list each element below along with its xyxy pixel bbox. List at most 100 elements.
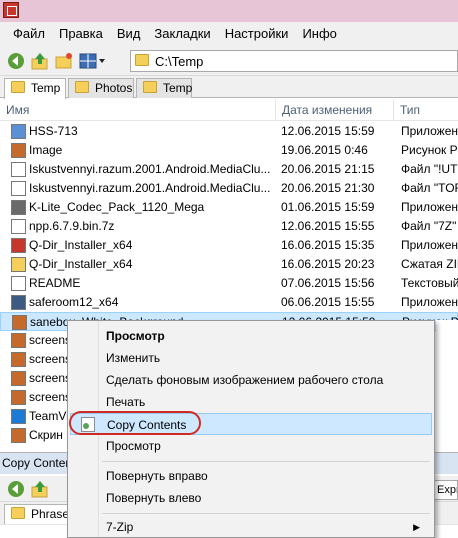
address-text[interactable]: C:\Temp <box>155 54 203 69</box>
qdir-icon <box>11 238 26 253</box>
up-arrow-icon[interactable] <box>30 479 50 499</box>
file-date: 01.06.2015 15:59 <box>281 200 375 214</box>
file-date: 06.06.2015 15:55 <box>281 295 375 309</box>
list-right-edge <box>436 320 458 452</box>
file-name: README <box>29 276 81 290</box>
folder-icon <box>143 81 157 93</box>
file-date: 16.06.2015 20:23 <box>281 257 375 271</box>
file-name: Iskustvennyi.razum.2001.Android.MediaClu… <box>29 162 271 176</box>
app-icon[interactable] <box>3 2 19 18</box>
file-date: 20.06.2015 21:30 <box>281 181 375 195</box>
lower-address-bar[interactable]: Expre <box>434 480 458 500</box>
menu-view[interactable]: Вид <box>110 22 148 46</box>
file-name: K-Lite_Codec_Pack_1120_Mega <box>29 200 205 214</box>
app-icon <box>11 295 26 310</box>
image-icon <box>11 428 26 443</box>
tab-temp-2[interactable]: Temp <box>136 78 192 98</box>
folder-icon <box>135 54 149 66</box>
file-date: 07.06.2015 15:56 <box>281 276 375 290</box>
image-icon <box>11 352 26 367</box>
file-row[interactable]: npp.6.7.9.bin.7z 12.06.2015 15:55 Файл "7Z… <box>0 217 458 236</box>
image-icon <box>11 390 26 405</box>
image-icon <box>12 315 27 330</box>
tab-strip: Temp Photos Temp <box>0 76 458 99</box>
file-date: 19.06.2015 0:46 <box>281 143 368 157</box>
file-type: Файл "!UT <box>401 162 458 176</box>
file-name: HSS-713 <box>29 124 78 138</box>
menu-item-rotate-left[interactable]: Повернуть влево <box>70 487 432 509</box>
menu-item-rotate-right[interactable]: Повернуть вправо <box>70 465 432 487</box>
file-date: 16.06.2015 15:35 <box>281 238 375 252</box>
file-icon <box>11 181 26 196</box>
folder-icon <box>75 81 89 93</box>
menu-settings[interactable]: Настройки <box>218 22 296 46</box>
file-name: npp.6.7.9.bin.7z <box>29 219 115 233</box>
menu-bookmarks[interactable]: Закладки <box>147 22 217 46</box>
codec-icon <box>11 200 26 215</box>
menu-item-label: 7-Zip <box>106 520 134 534</box>
menu-item-set-wallpaper[interactable]: Сделать фоновым изображением рабочего ст… <box>70 369 432 391</box>
image-icon <box>11 371 26 386</box>
file-row[interactable]: Image 19.06.2015 0:46 Рисунок P <box>0 141 458 160</box>
file-row[interactable]: Iskustvennyi.razum.2001.Android.MediaClu… <box>0 160 458 179</box>
file-type: Сжатая ZIP <box>401 257 458 271</box>
file-name: saferoom12_x64 <box>29 295 119 309</box>
tab-photos[interactable]: Photos <box>68 78 134 98</box>
title-bar <box>0 0 458 22</box>
file-type: Приложен <box>401 295 458 309</box>
menu-item-preview-2[interactable]: Просмотр <box>70 435 432 457</box>
tab-label: Photos <box>95 81 133 95</box>
annotation-circle <box>69 411 201 435</box>
up-arrow-icon[interactable] <box>30 51 50 71</box>
view-mode-icon[interactable] <box>78 51 106 71</box>
file-type: Приложен <box>401 200 458 214</box>
file-name: Q-Dir_Installer_x64 <box>29 238 133 252</box>
column-name[interactable]: Имя <box>0 99 276 121</box>
menu-file[interactable]: Файл <box>6 22 52 46</box>
zip-folder-icon <box>11 257 26 272</box>
file-row[interactable]: Q-Dir_Installer_x64 16.06.2015 15:35 Прило… <box>0 236 458 255</box>
new-folder-icon[interactable] <box>54 51 74 71</box>
file-type: Файл "TOF <box>401 181 458 195</box>
back-arrow-icon[interactable] <box>6 479 26 499</box>
address-bar[interactable]: C:\Temp <box>130 50 458 72</box>
file-date: 12.06.2015 15:55 <box>281 219 375 233</box>
file-type: Текстовый <box>401 276 458 290</box>
file-row[interactable]: K-Lite_Codec_Pack_1120_Mega 01.06.2015 15… <box>0 198 458 217</box>
image-icon <box>11 333 26 348</box>
file-row[interactable]: saferoom12_x64 06.06.2015 15:55 Приложен <box>0 293 458 312</box>
menu-separator <box>102 513 430 514</box>
file-type: Приложен <box>401 238 458 252</box>
menu-separator <box>102 461 430 462</box>
tab-temp[interactable]: Temp <box>4 78 66 99</box>
file-icon <box>11 162 26 177</box>
file-type: Приложен <box>401 124 458 138</box>
file-type: Рисунок P <box>401 143 458 157</box>
column-type[interactable]: Тип <box>394 99 458 121</box>
menu-item-edit[interactable]: Изменить <box>70 347 432 369</box>
file-date: 20.06.2015 21:15 <box>281 162 375 176</box>
file-row[interactable]: HSS-713 12.06.2015 15:59 Приложен <box>0 122 458 141</box>
status-text: Copy Conten <box>2 456 73 470</box>
folder-icon <box>11 507 25 519</box>
menu-item-preview[interactable]: Просмотр <box>70 325 432 347</box>
back-arrow-icon[interactable] <box>6 51 26 71</box>
file-row[interactable]: README 07.06.2015 15:56 Текстовый <box>0 274 458 293</box>
menu-item-7zip[interactable]: 7-Zip ▶ <box>70 516 432 538</box>
file-row[interactable]: Iskustvennyi.razum.2001.Android.MediaClu… <box>0 179 458 198</box>
file-name: Q-Dir_Installer_x64 <box>29 257 133 271</box>
file-date: 12.06.2015 15:59 <box>281 124 375 138</box>
submenu-arrow-icon: ▶ <box>413 522 420 532</box>
tab-label: Temp <box>163 81 193 95</box>
column-headers: Имя Дата изменения Тип <box>0 99 458 121</box>
menu-edit[interactable]: Правка <box>52 22 110 46</box>
lower-address-text: Expre <box>437 484 457 496</box>
tab-label: Temp <box>31 81 61 95</box>
toolbar: C:\Temp <box>0 46 458 76</box>
file-row[interactable]: Q-Dir_Installer_x64 16.06.2015 20:23 Сжата… <box>0 255 458 274</box>
column-date[interactable]: Дата изменения <box>276 99 394 121</box>
menu-item-print[interactable]: Печать <box>70 391 432 413</box>
folder-icon <box>11 81 25 93</box>
menu-info[interactable]: Инфо <box>295 22 343 46</box>
file-name: Iskustvennyi.razum.2001.Android.MediaClu… <box>29 181 271 195</box>
